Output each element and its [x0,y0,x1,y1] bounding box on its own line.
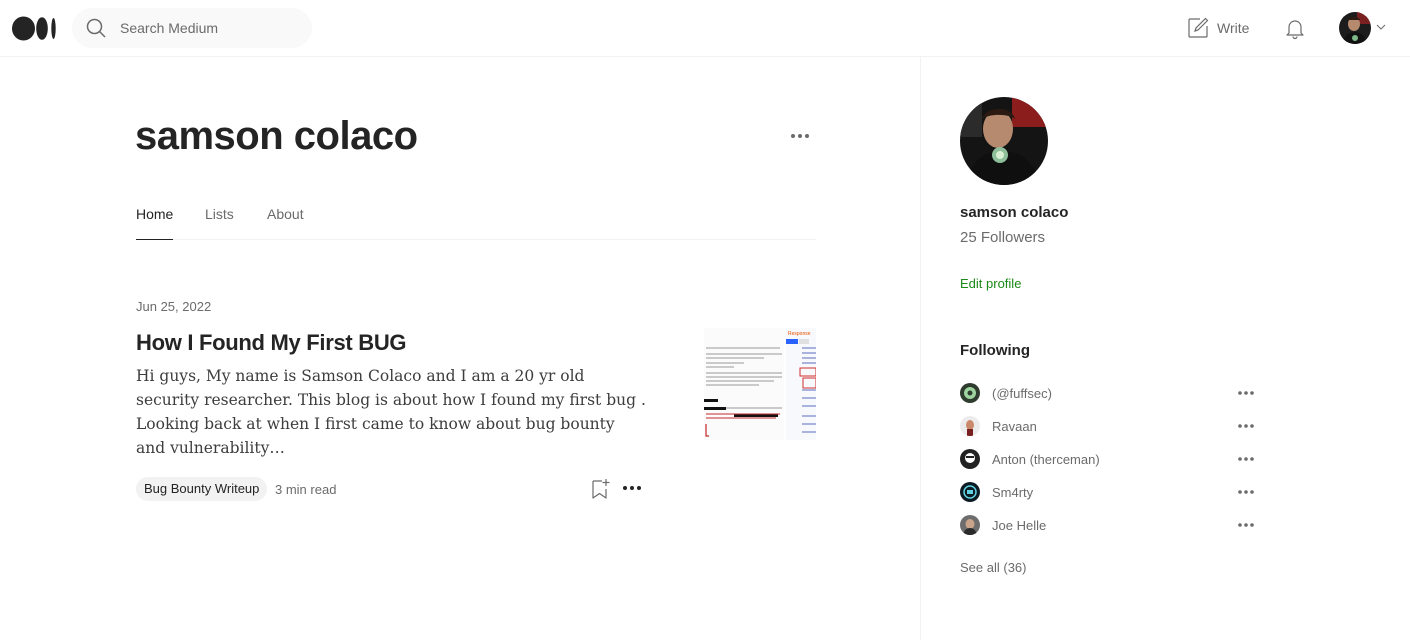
post-title[interactable]: How I Found My First BUG [136,330,407,356]
search-bar[interactable] [72,8,312,48]
write-button[interactable]: Write [1187,16,1249,40]
post-more-options-icon[interactable] [620,478,644,498]
user-avatar[interactable] [1339,12,1371,44]
tab-lists[interactable]: Lists [205,206,234,240]
post-tag[interactable]: Bug Bounty Writeup [136,477,268,501]
edit-profile-link[interactable]: Edit profile [960,276,1021,291]
read-time: 3 min read [275,482,337,497]
search-input[interactable] [120,8,300,48]
avatar-photo [1339,12,1371,44]
write-icon [1188,17,1209,38]
following-more-icon[interactable] [1236,418,1256,434]
follower-count[interactable]: 25 Followers [960,229,1045,246]
sidebar-divider [920,57,921,640]
bookmark-add-icon[interactable] [588,477,612,501]
post-thumbnail[interactable]: Response [704,328,816,440]
following-more-icon[interactable] [1236,484,1256,500]
search-icon [86,18,106,38]
medium-logo-icon[interactable] [12,16,58,41]
chevron-down-icon[interactable] [1376,23,1386,31]
profile-photo [960,97,1048,185]
thumbnail-image: Response [704,328,816,440]
following-avatar[interactable] [960,515,980,535]
following-item[interactable]: Sm4rty [960,482,1260,504]
following-item[interactable]: Joe Helle [960,515,1260,537]
profile-tabs: Home Lists About [136,206,816,240]
tab-about[interactable]: About [267,206,304,240]
profile-title: samson colaco [135,114,418,158]
post-excerpt[interactable]: Hi guys, My name is Samson Colaco and I … [136,364,646,460]
following-name[interactable]: Sm4rty [992,485,1033,500]
svg-text:Response: Response [788,331,811,337]
top-bar: Write [0,0,1410,57]
following-more-icon[interactable] [1236,517,1256,533]
post-date: Jun 25, 2022 [136,299,212,314]
tab-home[interactable]: Home [136,206,174,240]
more-options-icon[interactable] [788,126,812,146]
following-avatar[interactable] [960,416,980,436]
write-label: Write [1217,20,1250,36]
following-avatar[interactable] [960,482,980,502]
notifications-bell-icon[interactable] [1283,16,1307,40]
following-name[interactable]: (@fuffsec) [992,386,1052,401]
following-heading: Following [960,342,1030,359]
following-item[interactable]: Ravaan [960,416,1260,438]
following-name[interactable]: Joe Helle [992,518,1046,533]
see-all-following-link[interactable]: See all (36) [960,560,1026,575]
following-more-icon[interactable] [1236,385,1256,401]
sidebar-profile-name[interactable]: samson colaco [960,204,1068,221]
profile-avatar [960,97,1048,185]
following-avatar[interactable] [960,383,980,403]
following-name[interactable]: Anton (therceman) [992,452,1100,467]
following-name[interactable]: Ravaan [992,419,1037,434]
following-item[interactable]: (@fuffsec) [960,383,1260,405]
following-item[interactable]: Anton (therceman) [960,449,1260,471]
following-more-icon[interactable] [1236,451,1256,467]
following-avatar[interactable] [960,449,980,469]
